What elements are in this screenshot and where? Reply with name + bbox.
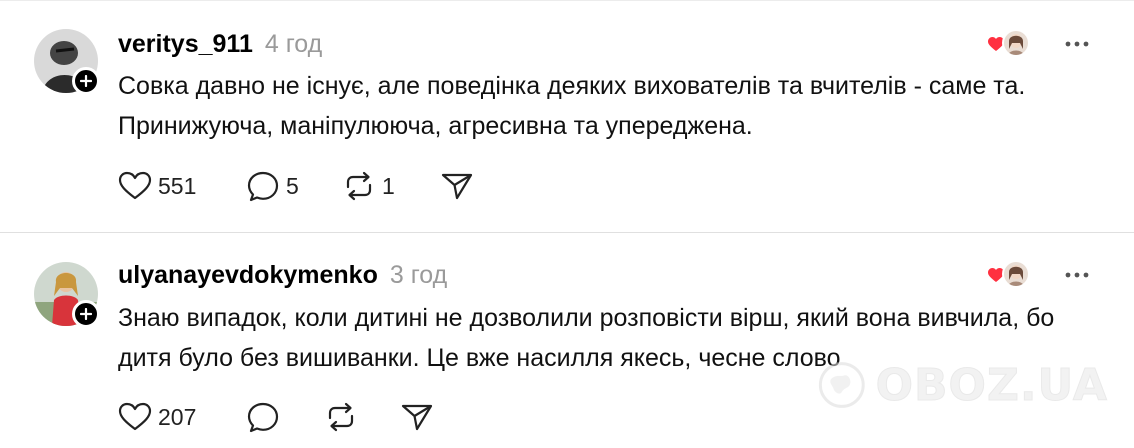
reply-button[interactable] <box>246 397 286 437</box>
timestamp[interactable]: 3 год <box>390 261 447 290</box>
post-header: ulyanayevdokymenko 3 год <box>118 261 447 290</box>
watermark-globe-icon <box>818 362 865 408</box>
heart-icon <box>118 171 152 200</box>
more-icon[interactable] <box>1062 267 1092 283</box>
author-avatar-small <box>1002 29 1030 57</box>
comment-icon <box>247 402 279 433</box>
send-icon <box>401 404 433 431</box>
share-button[interactable] <box>440 166 474 206</box>
post-text: Совка давно не існує, але поведінка деяк… <box>118 72 1026 140</box>
username[interactable]: ulyanayevdokymenko <box>118 261 378 290</box>
liked-by-author <box>988 260 1034 290</box>
timestamp[interactable]: 4 год <box>265 30 322 59</box>
like-button[interactable]: 207 <box>118 397 196 437</box>
plus-icon <box>80 75 92 87</box>
like-count: 207 <box>158 403 197 430</box>
username[interactable]: veritys_911 <box>118 30 253 59</box>
share-button[interactable] <box>400 397 434 437</box>
heart-icon <box>118 402 152 431</box>
thread-post: veritys_911 4 год Совка давно не існує, … <box>0 0 1134 232</box>
follow-button[interactable] <box>72 300 100 328</box>
repost-count: 1 <box>382 172 395 199</box>
avatar[interactable] <box>34 29 100 95</box>
like-button[interactable]: 551 <box>118 166 196 206</box>
like-count: 551 <box>158 172 197 199</box>
watermark: OBOZ.UA <box>818 345 1108 425</box>
send-icon <box>441 173 473 200</box>
reply-count: 5 <box>286 172 299 199</box>
watermark-text: OBOZ.UA <box>875 359 1108 411</box>
repost-button[interactable]: 1 <box>342 166 395 206</box>
reply-button[interactable]: 5 <box>246 166 299 206</box>
repost-icon <box>346 171 372 201</box>
post-header: veritys_911 4 год <box>118 30 322 59</box>
follow-button[interactable] <box>72 67 100 95</box>
avatar[interactable] <box>34 262 100 328</box>
repost-icon <box>328 402 354 432</box>
liked-by-author <box>988 29 1034 59</box>
plus-icon <box>80 308 92 320</box>
more-icon[interactable] <box>1062 36 1092 52</box>
author-avatar-small <box>1002 260 1030 288</box>
repost-button[interactable] <box>324 397 364 437</box>
comment-icon <box>247 171 279 202</box>
